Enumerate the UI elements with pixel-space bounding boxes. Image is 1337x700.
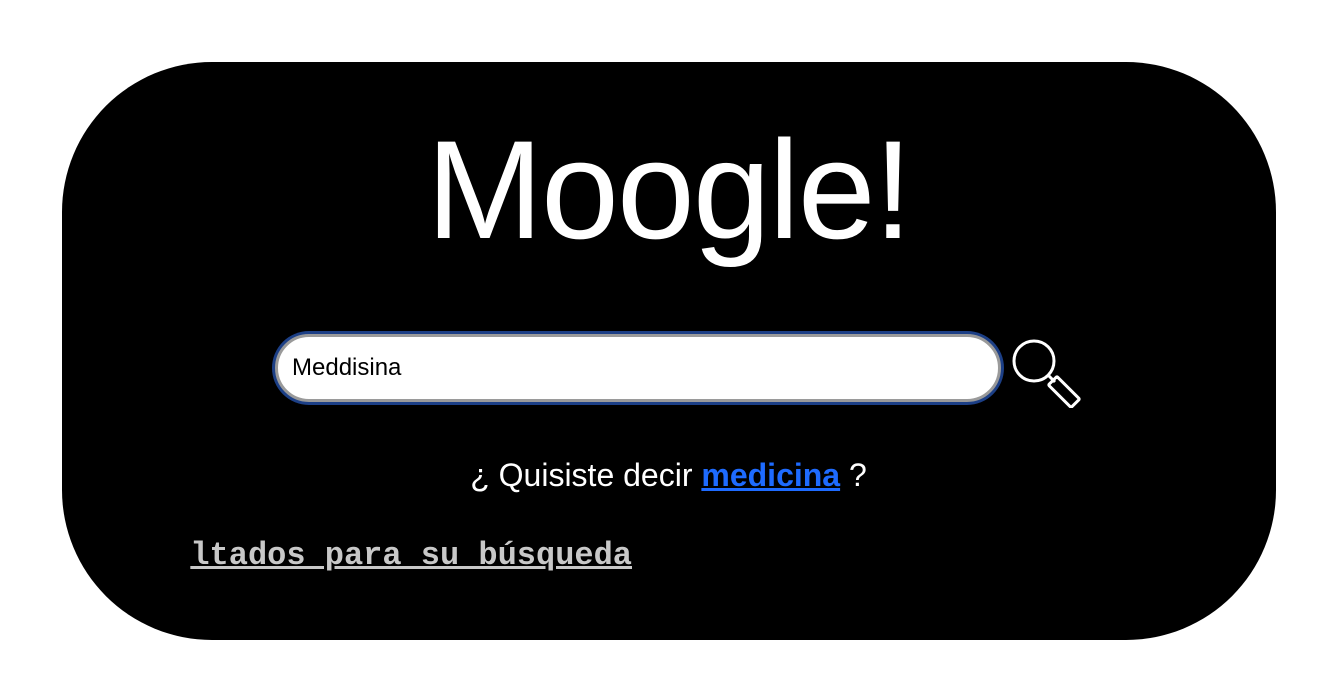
suggestion-suffix: ? xyxy=(848,457,867,493)
logo-title: Moogle! xyxy=(426,111,912,268)
page: Moogle! ¿ Quisiste decir medicina ? ltad… xyxy=(0,0,1337,700)
magnifier-icon xyxy=(1012,339,1081,409)
search-input[interactable] xyxy=(275,334,1001,402)
results-link[interactable]: ltados para su búsqueda xyxy=(190,536,632,576)
suggestion-link[interactable]: medicina xyxy=(701,457,840,493)
did-you-mean: ¿ Quisiste decir medicina ? xyxy=(0,455,1337,495)
search-box xyxy=(272,331,1004,405)
search-button[interactable] xyxy=(1008,334,1086,409)
suggestion-prefix: ¿ Quisiste decir xyxy=(470,457,693,493)
results-container: ltados para su búsqueda xyxy=(62,530,762,590)
